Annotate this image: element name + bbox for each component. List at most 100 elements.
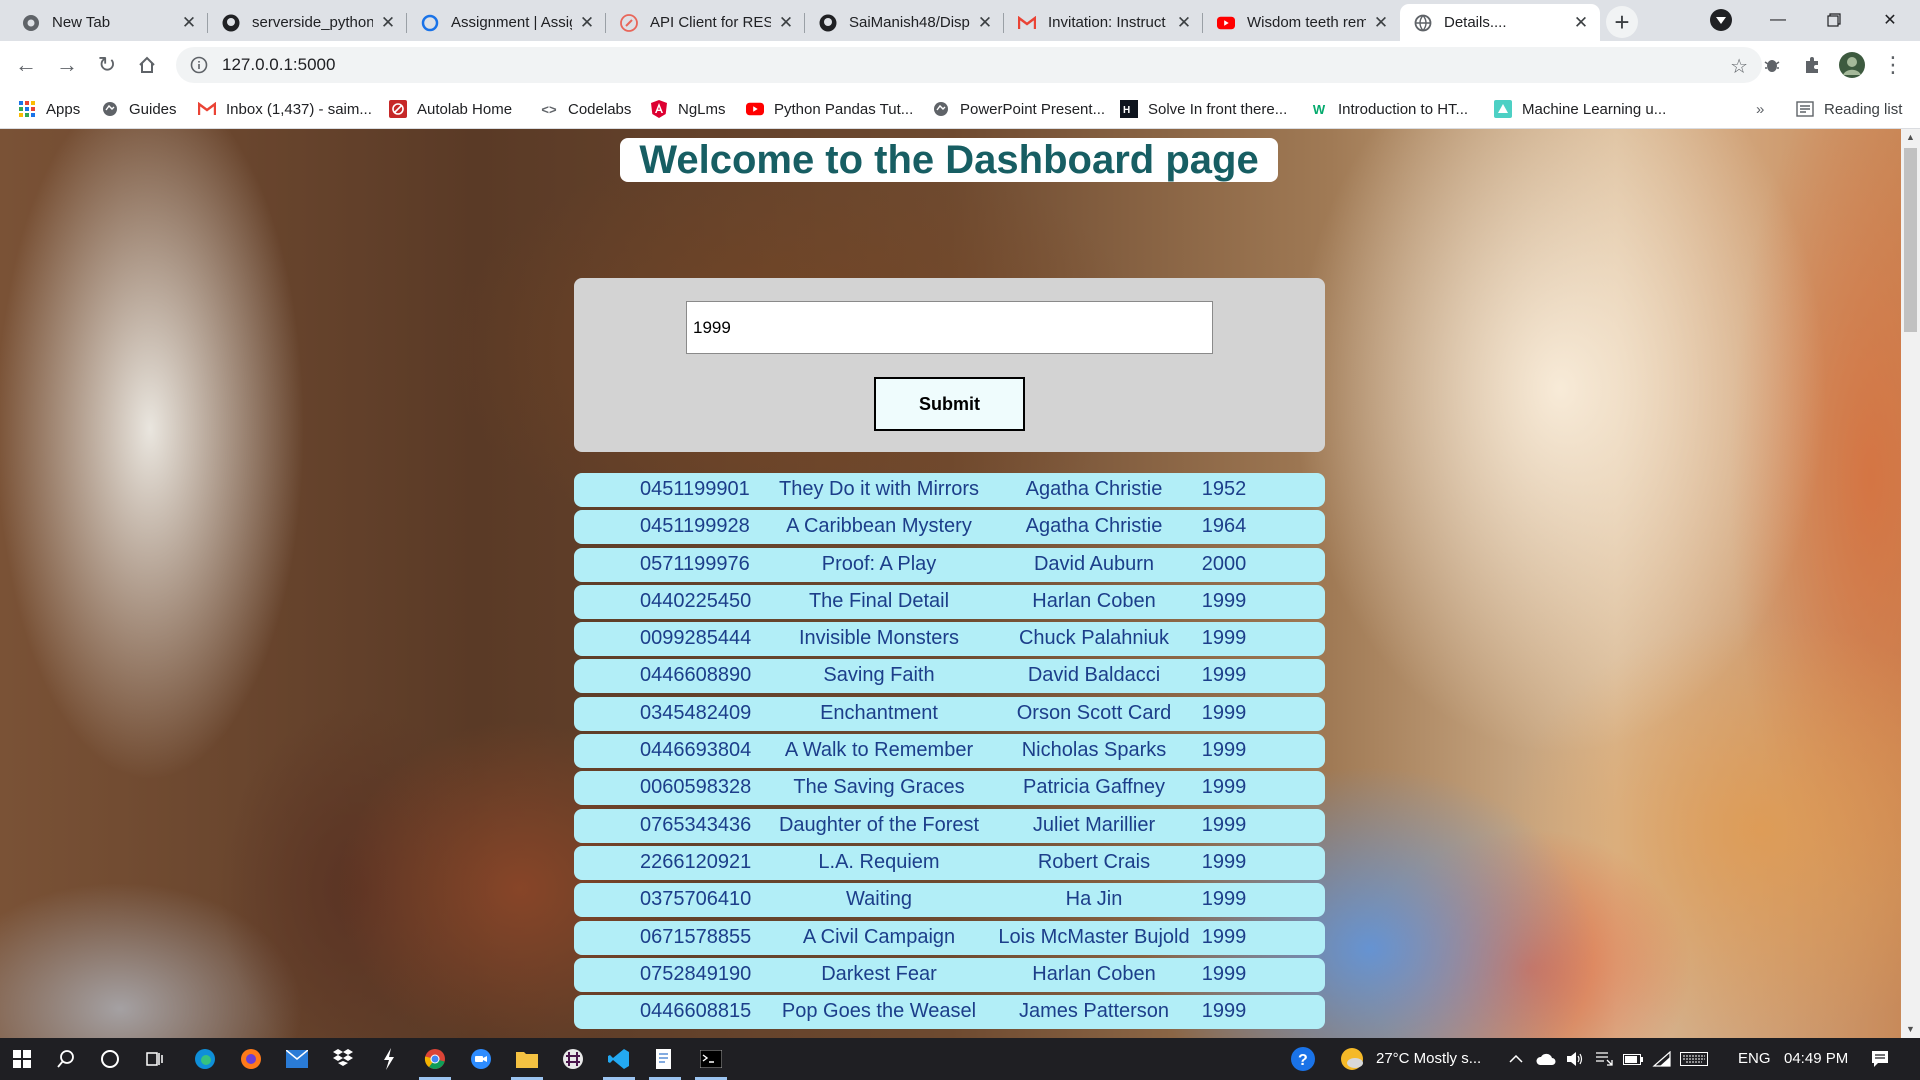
tab-saimanish-repo[interactable]: SaiManish48/Disp ✕ — [805, 4, 1004, 41]
overflow-label: » — [1756, 100, 1765, 118]
w3-icon: W — [1312, 101, 1326, 117]
windows-start-button[interactable] — [0, 1038, 44, 1080]
bookmark-nglms[interactable]: NgLms — [650, 97, 726, 121]
api-icon — [620, 13, 638, 32]
command-prompt-taskbar-icon[interactable] — [689, 1038, 733, 1080]
terminal-shortcut-taskbar-icon[interactable] — [367, 1038, 411, 1080]
bookmark-codelabs[interactable]: <> Codelabs — [540, 97, 631, 121]
book-year: 1999 — [1201, 1000, 1247, 1023]
clock-time[interactable]: 04:49 PM — [1784, 1038, 1848, 1080]
restore-button[interactable] — [1806, 0, 1862, 40]
extension-bug-icon[interactable] — [1759, 52, 1785, 78]
bookmark-guides[interactable]: Guides — [101, 97, 177, 121]
address-bar[interactable]: 127.0.0.1:5000 ☆ — [176, 47, 1762, 83]
scroll-thumb[interactable] — [1904, 148, 1917, 332]
close-icon[interactable]: ✕ — [777, 13, 795, 33]
ml-icon — [1494, 100, 1512, 118]
slack-taskbar-icon[interactable] — [551, 1038, 595, 1080]
bookmark-autolab[interactable]: Autolab Home — [389, 97, 512, 121]
back-button[interactable]: ← — [10, 49, 42, 81]
home-button[interactable] — [131, 49, 163, 81]
chrome-menu-button[interactable]: ⋮ — [1877, 49, 1909, 81]
chevron-up-icon[interactable] — [1503, 1038, 1529, 1080]
bookmark-inbox[interactable]: Inbox (1,437) - saim... — [198, 97, 372, 121]
weather-icon[interactable] — [1330, 1038, 1374, 1080]
book-isbn: 0060598328 — [640, 776, 752, 799]
book-isbn: 0446693804 — [640, 739, 752, 762]
tab-title: API Client for RES — [650, 14, 771, 31]
book-title: The Saving Graces — [793, 776, 965, 799]
mail-taskbar-icon[interactable] — [275, 1038, 319, 1080]
scroll-down-arrow-icon[interactable]: ▼ — [1901, 1021, 1920, 1038]
search-input[interactable] — [686, 301, 1213, 354]
reading-list-button[interactable]: Reading list — [1796, 97, 1902, 121]
help-icon[interactable]: ? — [1281, 1038, 1325, 1080]
firefox-taskbar-icon[interactable] — [229, 1038, 273, 1080]
tab-api-client[interactable]: API Client for RES ✕ — [606, 4, 805, 41]
reload-button[interactable]: ↻ — [91, 49, 123, 81]
onedrive-cloud-icon[interactable] — [1531, 1038, 1561, 1080]
close-icon[interactable]: ✕ — [976, 13, 994, 33]
bookmarks-overflow-button[interactable]: » — [1756, 97, 1764, 121]
file-explorer-taskbar-icon[interactable] — [505, 1038, 549, 1080]
chrome-icon — [22, 14, 40, 32]
volume-icon[interactable] — [1560, 1038, 1590, 1080]
bookmark-apps[interactable]: Apps — [18, 97, 80, 121]
close-icon[interactable]: ✕ — [379, 13, 397, 33]
close-icon[interactable]: ✕ — [578, 13, 596, 33]
bookmark-star-icon[interactable]: ☆ — [1730, 54, 1748, 79]
book-author: Agatha Christie — [1025, 478, 1163, 500]
tab-invitation[interactable]: Invitation: Instruct ✕ — [1004, 4, 1203, 41]
tab-serverside-python[interactable]: serverside_python ✕ — [208, 4, 407, 41]
extensions-puzzle-icon[interactable] — [1799, 52, 1825, 78]
book-isbn: 0752849190 — [640, 962, 752, 985]
weather-text[interactable]: 27°C Mostly s... — [1376, 1038, 1481, 1080]
profile-avatar[interactable] — [1839, 52, 1865, 78]
bookmark-powerpoint[interactable]: PowerPoint Present... — [932, 97, 1105, 121]
scroll-up-arrow-icon[interactable]: ▲ — [1901, 129, 1920, 146]
book-author: David Baldacci — [1027, 664, 1161, 687]
close-icon[interactable]: ✕ — [1572, 13, 1590, 33]
submit-button[interactable]: Submit — [874, 377, 1025, 431]
page-scrollbar[interactable]: ▲ ▼ — [1901, 129, 1920, 1038]
book-isbn: 0099285444 — [640, 627, 752, 650]
search-button[interactable] — [44, 1038, 88, 1080]
vscode-taskbar-icon[interactable] — [597, 1038, 641, 1080]
gmail-icon — [1018, 14, 1036, 32]
wifi-icon[interactable] — [1647, 1038, 1677, 1080]
notepad-taskbar-icon[interactable] — [643, 1038, 687, 1080]
table-row: 0765343436 Daughter of the Forest Juliet M… — [574, 808, 1325, 843]
display-icon[interactable] — [1589, 1038, 1619, 1080]
tab-details[interactable]: Details.... ✕ — [1400, 4, 1600, 41]
bookmark-hackerrank[interactable]: H Solve In front there... — [1120, 97, 1287, 121]
bookmark-machine-learning[interactable]: Machine Learning u... — [1494, 97, 1666, 121]
bookmark-intro-html[interactable]: W Introduction to HT... — [1310, 97, 1468, 121]
bookmark-python-pandas[interactable]: Python Pandas Tut... — [746, 97, 913, 121]
minimize-button[interactable]: — — [1750, 0, 1806, 40]
tab-new-tab[interactable]: New Tab ✕ — [8, 4, 208, 41]
tab-wisdom-teeth[interactable]: Wisdom teeth rem ✕ — [1203, 4, 1400, 41]
bookmark-label: PowerPoint Present... — [960, 100, 1106, 118]
tab-assignment[interactable]: Assignment | Assig ✕ — [407, 4, 606, 41]
tab-search-button[interactable] — [1710, 9, 1732, 31]
chrome-taskbar-icon[interactable] — [413, 1038, 457, 1080]
close-icon[interactable]: ✕ — [1175, 13, 1193, 33]
zoom-taskbar-icon[interactable] — [459, 1038, 503, 1080]
cortana-button[interactable] — [88, 1038, 132, 1080]
book-year: 1999 — [1201, 739, 1247, 762]
notifications-icon[interactable] — [1858, 1038, 1902, 1080]
edge-taskbar-icon[interactable] — [183, 1038, 227, 1080]
language-indicator[interactable]: ENG — [1738, 1038, 1771, 1080]
close-window-button[interactable]: ✕ — [1862, 0, 1918, 40]
new-tab-button[interactable]: + — [1606, 6, 1638, 38]
svg-text:?: ? — [1298, 1052, 1308, 1069]
book-title: L.A. Requiem — [818, 850, 940, 873]
book-year: 1999 — [1201, 589, 1247, 612]
forward-button[interactable]: → — [51, 49, 83, 81]
dropbox-taskbar-icon[interactable] — [321, 1038, 365, 1080]
battery-icon[interactable] — [1618, 1038, 1648, 1080]
close-icon[interactable]: ✕ — [180, 13, 198, 33]
task-view-button[interactable] — [132, 1038, 176, 1080]
keyboard-icon[interactable] — [1676, 1038, 1712, 1080]
close-icon[interactable]: ✕ — [1372, 13, 1390, 33]
